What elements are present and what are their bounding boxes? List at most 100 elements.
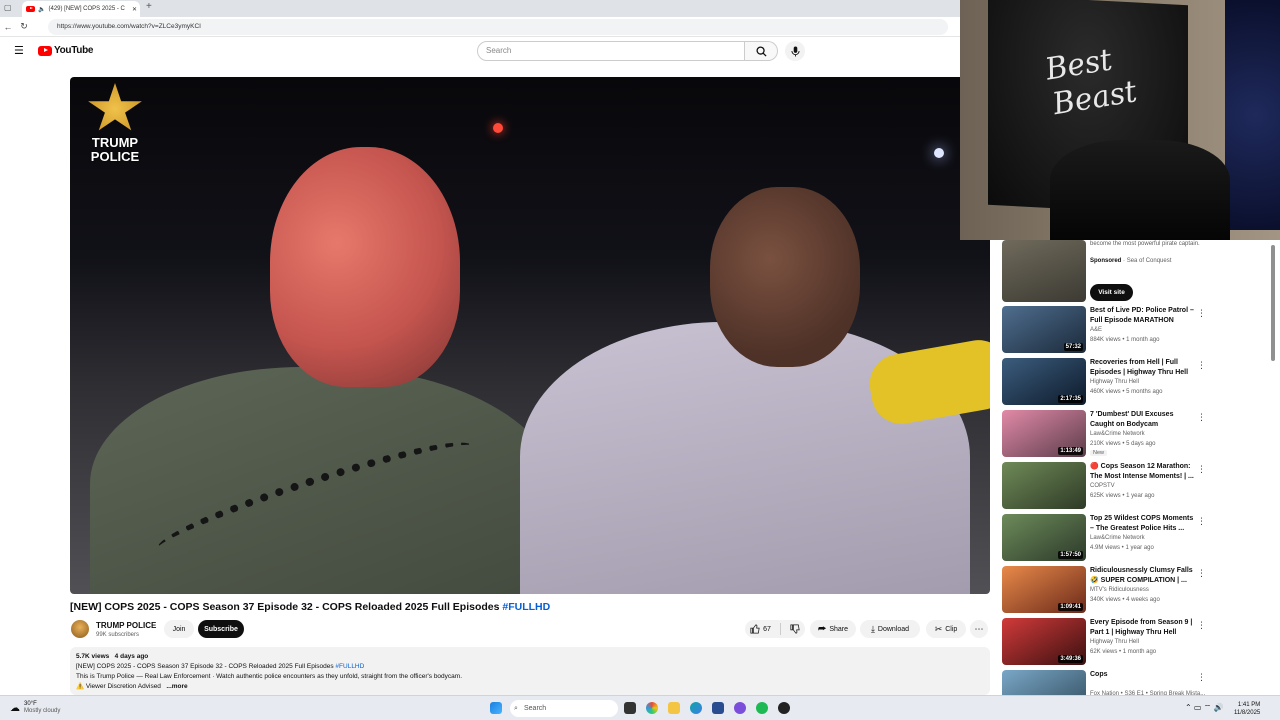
taskbar-search[interactable]: ⌕ Search (510, 700, 618, 717)
recommendation-title[interactable]: 7 'Dumbest' DUI Excuses Caught on Bodyca… (1090, 410, 1195, 430)
recommendation-title[interactable]: Cops (1090, 670, 1195, 680)
temperature: 30°F (24, 701, 37, 707)
recommendation-title[interactable]: Top 25 Wildest COPS Moments – The Greate… (1090, 514, 1195, 534)
new-badge: New (1090, 450, 1108, 456)
recommendation-meta: 62K views • 1 month ago (1090, 649, 1157, 655)
subscribe-button[interactable]: Subscribe (198, 620, 244, 638)
recommendation-thumbnail[interactable] (1002, 462, 1086, 509)
recommendation-channel[interactable]: Law&Crime Network (1090, 535, 1145, 541)
more-vertical-icon[interactable]: ⋮ (1197, 568, 1206, 579)
recommendations-sidebar: become the most powerful pirate captain.… (1000, 240, 1268, 695)
description-box[interactable]: 5.7K views 4 days ago [NEW] COPS 2025 - … (70, 647, 990, 695)
recommendation-thumbnail[interactable]: 1:09:41 (1002, 566, 1086, 613)
more-actions-button[interactable]: ⋯ (970, 620, 988, 638)
menu-icon[interactable]: ☰ (14, 44, 24, 57)
address-bar: ← ↻ https://www.youtube.com/watch?v=ZLCe… (0, 17, 960, 37)
task-view-icon[interactable] (624, 702, 636, 714)
weather-widget[interactable]: ☁ 30°F Mostly cloudy (10, 701, 60, 715)
recommendation-channel[interactable]: Law&Crime Network (1090, 431, 1145, 437)
recommendation-thumbnail[interactable] (1002, 670, 1086, 695)
back-icon[interactable]: ← (0, 19, 16, 35)
system-clock[interactable]: 1:41 PM 11/8/2025 (1234, 701, 1260, 717)
recommendation-thumbnail[interactable]: 1:13:49 (1002, 410, 1086, 457)
youtube-logo[interactable]: YouTube (38, 45, 94, 56)
recommendation-channel[interactable]: Highway Thru Hell (1090, 379, 1139, 385)
like-button[interactable]: 67 (745, 620, 805, 638)
recommendation-channel[interactable]: A&E (1090, 327, 1102, 333)
recommendation-title[interactable]: Recoveries from Hell | Full Episodes | H… (1090, 358, 1195, 378)
new-tab-icon[interactable]: + (146, 1, 152, 12)
scissors-icon: ✂ (934, 623, 943, 634)
browser-tab[interactable]: 🔈 (429) [NEW] COPS 2025 - C ✕ (22, 1, 140, 17)
recommendation-item[interactable]: 1:13:49 7 'Dumbest' DUI Excuses Caught on… (1002, 410, 1268, 460)
recommendation-item[interactable]: 2:17:35 Recoveries from Hell | Full Episo… (1002, 358, 1268, 408)
view-count: 5.7K views (76, 653, 110, 660)
recommendation-title[interactable]: Every Episode from Season 9 | Part 1 | H… (1090, 618, 1195, 638)
thumbs-down-icon[interactable] (790, 624, 800, 634)
recommendation-channel[interactable]: Highway Thru Hell (1090, 639, 1139, 645)
clip-button[interactable]: ✂ Clip (926, 620, 966, 638)
ad-thumbnail[interactable] (1002, 240, 1086, 302)
more-vertical-icon[interactable]: ⋮ (1197, 516, 1206, 527)
recommendation-item[interactable]: 1:57:50 Top 25 Wildest COPS Moments – The… (1002, 514, 1268, 564)
join-button[interactable]: Join (164, 620, 194, 638)
video-duration: 2:17:35 (1058, 395, 1083, 403)
channel-avatar[interactable] (71, 620, 89, 638)
visit-site-button[interactable]: Visit site (1090, 284, 1133, 301)
recommendation-item[interactable]: 1:09:41 Ridiculousnessly Clumsy Falls 🤣 S… (1002, 566, 1268, 616)
description-hashtag[interactable]: #FULLHD (335, 663, 364, 670)
more-vertical-icon[interactable]: ⋮ (1197, 464, 1206, 475)
spotify-icon[interactable] (756, 702, 768, 714)
more-vertical-icon[interactable]: ⋮ (1197, 412, 1206, 423)
recommendation-channel[interactable]: COPSTV (1090, 483, 1115, 489)
url-field[interactable]: https://www.youtube.com/watch?v=ZLCe3ymy… (48, 19, 948, 35)
app-icon[interactable] (712, 702, 724, 714)
show-more-link[interactable]: ...more (166, 683, 187, 690)
channel-name[interactable]: TRUMP POLICE (96, 621, 156, 630)
recommendation-meta: 340K views • 4 weeks ago (1090, 597, 1160, 603)
recommendation-title[interactable]: Ridiculousnessly Clumsy Falls 🤣 SUPER CO… (1090, 566, 1195, 586)
watermark-line1: TRUMP (91, 135, 139, 150)
reload-icon[interactable]: ↻ (16, 19, 32, 35)
search-button[interactable] (745, 41, 778, 61)
video-duration: 57:32 (1063, 343, 1083, 351)
edge-browser-icon[interactable] (690, 702, 702, 714)
hashtag-link[interactable]: #FULLHD (502, 601, 550, 613)
download-icon: ⤓ (870, 623, 875, 634)
tab-actions-icon[interactable]: ▢ (4, 3, 12, 12)
download-button[interactable]: ⤓ Download (860, 620, 920, 638)
recommendation-channel[interactable]: MTV's Ridiculousness (1090, 587, 1149, 593)
more-vertical-icon[interactable]: ⋮ (1197, 672, 1206, 683)
photos-app-icon[interactable] (646, 702, 658, 714)
recommendation-item[interactable]: 🔴 Cops Season 12 Marathon: The Most Inte… (1002, 462, 1268, 512)
recommendation-thumbnail[interactable]: 1:57:50 (1002, 514, 1086, 561)
recommendation-thumbnail[interactable]: 3:49:36 (1002, 618, 1086, 665)
taskbar-search-label: Search (524, 705, 547, 712)
advertiser-name: Sea of Conquest (1126, 258, 1172, 264)
recommendation-thumbnail[interactable]: 57:32 (1002, 306, 1086, 353)
discord-icon[interactable] (734, 702, 746, 714)
file-explorer-icon[interactable] (668, 702, 680, 714)
recommendation-thumbnail[interactable]: 2:17:35 (1002, 358, 1086, 405)
sidebar-scrollbar[interactable] (1271, 245, 1275, 361)
description-line2: This is Trump Police — Real Law Enforcem… (76, 673, 463, 680)
search-input[interactable]: Search (477, 41, 745, 61)
recommendation-title[interactable]: Best of Live PD: Police Patrol – Full Ep… (1090, 306, 1195, 326)
subscriber-count: 99K subscribers (96, 632, 140, 638)
recommendation-title[interactable]: 🔴 Cops Season 12 Marathon: The Most Inte… (1090, 462, 1195, 482)
share-button[interactable]: ⮫ Share (810, 620, 856, 638)
speaker-icon[interactable]: 🔈 (38, 6, 45, 13)
start-icon[interactable] (490, 702, 502, 714)
voice-search-button[interactable] (785, 41, 805, 61)
video-player[interactable]: TRUMP POLICE (70, 77, 990, 594)
obs-icon[interactable] (778, 702, 790, 714)
more-vertical-icon[interactable]: ⋮ (1197, 620, 1206, 631)
recommendation-item[interactable]: 3:49:36 Every Episode from Season 9 | Par… (1002, 618, 1268, 668)
recommendation-item[interactable]: 57:32 Best of Live PD: Police Patrol – Fu… (1002, 306, 1268, 356)
more-vertical-icon[interactable]: ⋮ (1197, 308, 1206, 319)
system-tray-icons[interactable]: ⌃ ▭ ⌔ 🔊 (1185, 703, 1223, 713)
recommendation-item[interactable]: Cops Fox Nation • S36 E1 • Spring Break M… (1002, 670, 1268, 695)
star-flag (1225, 0, 1280, 230)
close-tab-icon[interactable]: ✕ (132, 6, 140, 13)
more-vertical-icon[interactable]: ⋮ (1197, 360, 1206, 371)
